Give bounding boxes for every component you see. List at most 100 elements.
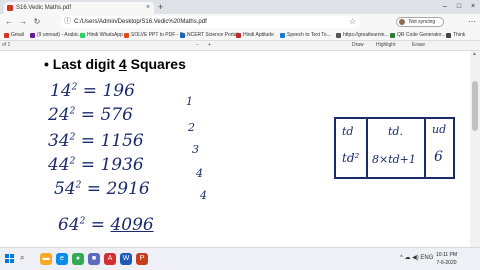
highlight-button[interactable]: Highlight: [376, 42, 395, 48]
heading-bullet: •: [44, 56, 49, 72]
equation-row: 142 = 196: [50, 81, 135, 101]
tab-vedic-maths[interactable]: S16.Vedic Maths.pdf ×: [4, 2, 154, 14]
exponent: 2: [69, 156, 76, 167]
side-digit: 1: [186, 95, 193, 108]
bookmarks-bar: Gmail (9 unread) - Arabic... Hindi Whats…: [0, 31, 480, 41]
scroll-up-icon[interactable]: ▲: [472, 51, 477, 57]
bookmark-icon: [446, 33, 451, 38]
bookmark-item[interactable]: https://greatlearnin...: [336, 32, 389, 38]
bookmark-label: NCERT Science Portal: [187, 32, 238, 38]
zoom-out-button[interactable]: −: [196, 42, 199, 48]
pdf-icon: [7, 5, 13, 11]
windows-logo-icon: [5, 259, 9, 263]
new-tab-button[interactable]: +: [158, 2, 163, 12]
clock-time: 10:11 PM: [436, 252, 458, 258]
equation-result: 196: [102, 81, 135, 101]
pdf-reader-icon[interactable]: A: [104, 253, 116, 265]
equals-sign: =: [80, 155, 96, 175]
bookmark-label: Hindi WhatsApp: [87, 32, 123, 38]
bookmark-item[interactable]: SOLVE PPT to PDF - P...: [124, 32, 187, 38]
search-icon[interactable]: ⌕: [20, 253, 24, 263]
bookmark-item[interactable]: Hindi Aptitude: [236, 32, 274, 38]
side-digit: 2: [188, 121, 195, 134]
info-icon[interactable]: ⓘ: [64, 16, 71, 28]
box-top-right: ud: [432, 123, 447, 136]
pdf-toolbar: of 1 − + Draw Highlight Erase: [0, 41, 480, 51]
box-divider: [366, 117, 368, 179]
windows-logo-icon: [10, 254, 14, 258]
equation-base: 34: [48, 131, 70, 151]
bookmark-icon: [180, 33, 185, 38]
qr-icon: [390, 33, 395, 38]
bookmark-item[interactable]: QR Code Generator...: [390, 32, 446, 38]
equation-result: 576: [100, 105, 133, 125]
bookmark-label: QR Code Generator...: [397, 32, 446, 38]
star-icon[interactable]: ☆: [349, 16, 356, 28]
tab-title: S16.Vedic Maths.pdf: [16, 5, 72, 11]
bookmark-label: (9 unread) - Arabic...: [37, 32, 83, 38]
box-divider: [424, 117, 426, 179]
bookmark-gmail[interactable]: Gmail: [4, 32, 24, 38]
profile-label: Not syncing: [409, 19, 436, 25]
bookmark-label: Gmail: [11, 32, 25, 38]
scroll-thumb[interactable]: [472, 81, 478, 131]
page-title: • Last digit 4 Squares: [44, 56, 186, 72]
bookmark-item[interactable]: Hindi WhatsApp: [80, 32, 123, 38]
profile-button[interactable]: Not syncing: [396, 17, 444, 27]
box-top-left: td: [342, 125, 354, 138]
equals-sign: =: [82, 81, 98, 101]
equation-result: 4096: [110, 215, 154, 235]
bookmark-item[interactable]: NCERT Science Portal: [180, 32, 238, 38]
maximize-button[interactable]: □: [452, 0, 466, 14]
windows-logo-icon: [10, 259, 14, 263]
bookmark-icon: [124, 33, 129, 38]
box-bottom-right: 6: [434, 149, 443, 165]
back-arrow-icon[interactable]: ←: [4, 17, 14, 26]
address-bar-row: ← → ↻ ⓘ C:/Users/Admin/Desktop/S16.Vedic…: [0, 14, 480, 31]
zoom-in-button[interactable]: +: [208, 42, 211, 48]
equation-row: 342 = 1156: [48, 131, 144, 151]
chrome-icon[interactable]: ●: [72, 253, 84, 265]
erase-button[interactable]: Erase: [412, 42, 425, 48]
address-url: C:/Users/Admin/Desktop/S16.Vedic%20Maths…: [74, 19, 207, 25]
equation-row: 442 = 1936: [48, 155, 144, 175]
heading-number: 4: [118, 56, 127, 72]
equation-base: 24: [48, 105, 70, 125]
store-icon[interactable]: ■: [88, 253, 100, 265]
gmail-icon: [4, 33, 9, 38]
bookmark-item[interactable]: Think: [446, 32, 465, 38]
reload-icon[interactable]: ↻: [32, 17, 42, 26]
powerpoint-icon[interactable]: P: [136, 253, 148, 265]
box-bottom-mid: 8×td+1: [372, 153, 416, 166]
bookmark-item[interactable]: (9 unread) - Arabic...: [30, 32, 83, 38]
page-indicator[interactable]: of 1: [2, 42, 10, 48]
forward-arrow-icon[interactable]: →: [18, 17, 28, 26]
exponent: 2: [71, 82, 78, 93]
close-window-button[interactable]: ×: [466, 0, 480, 14]
system-tray[interactable]: ^ ☁ ◀) ENG: [400, 254, 433, 261]
close-tab-icon[interactable]: ×: [146, 2, 150, 14]
equals-sign: =: [90, 215, 106, 235]
bookmark-label: Speech to Text To...: [287, 32, 331, 38]
draw-button[interactable]: Draw: [352, 42, 364, 48]
clock[interactable]: 10:11 PM 7-6-2020: [436, 251, 457, 267]
bookmark-label: SOLVE PPT to PDF - P...: [131, 32, 187, 38]
side-digit: 4: [200, 189, 207, 202]
taskbar: ⌕ ▬ e ● ■ A W P ^ ☁ ◀) ENG 10:11 PM 7-6-…: [0, 247, 480, 270]
edge-icon[interactable]: e: [56, 253, 68, 265]
bookmark-item[interactable]: Speech to Text To...: [280, 32, 331, 38]
file-explorer-icon[interactable]: ▬: [40, 253, 52, 265]
equation-base: 64: [58, 215, 80, 235]
start-button[interactable]: [5, 254, 15, 264]
bookmark-label: https://greatlearnin...: [343, 32, 389, 38]
windows-logo-icon: [5, 254, 9, 258]
box-bottom-left: td²: [342, 151, 360, 165]
box-top-mid: td.: [388, 125, 403, 138]
minimize-button[interactable]: –: [438, 0, 452, 14]
clock-date: 7-6-2020: [436, 260, 457, 266]
menu-icon[interactable]: ⋯: [468, 17, 476, 26]
heading-suffix: Squares: [130, 56, 186, 72]
vertical-scrollbar[interactable]: ▲: [470, 51, 480, 247]
word-icon[interactable]: W: [120, 253, 132, 265]
address-input[interactable]: ⓘ C:/Users/Admin/Desktop/S16.Vedic%20Mat…: [60, 16, 360, 28]
